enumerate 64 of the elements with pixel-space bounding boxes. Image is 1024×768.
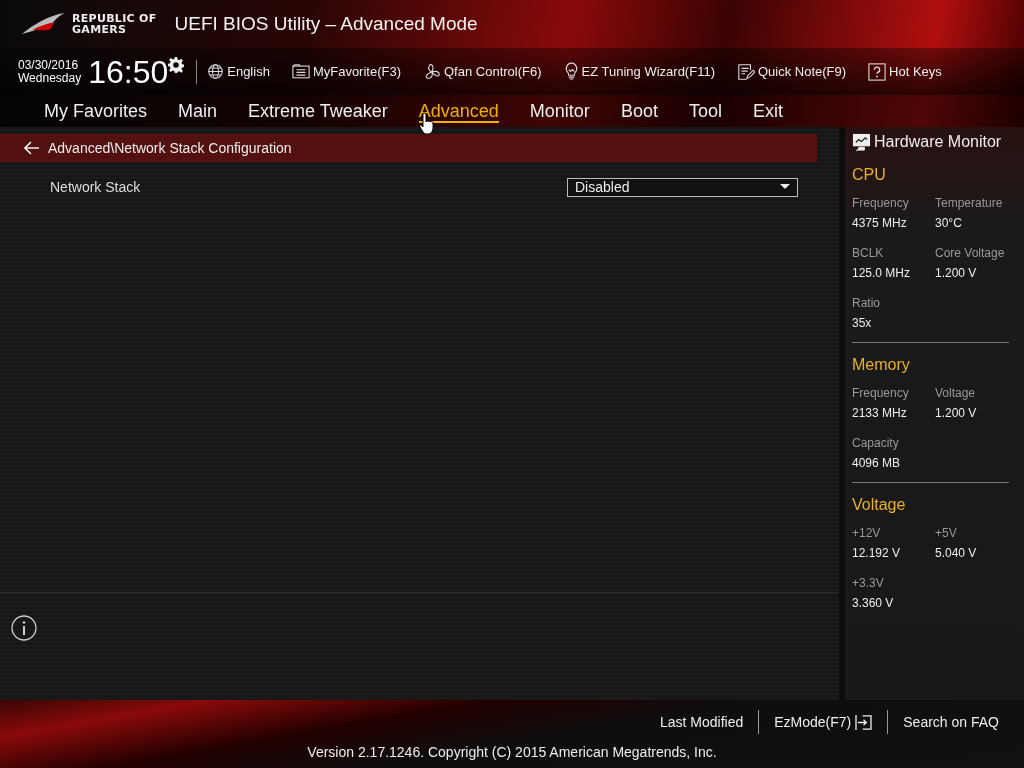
date-text: 03/30/2016 <box>18 58 80 72</box>
section-title: Memory <box>852 356 911 374</box>
reading-label: Frequency <box>852 386 910 400</box>
toolbar-button[interactable]: Hot Keys <box>868 62 942 81</box>
breadcrumb-path: Advanced\Network Stack Configuration <box>48 140 292 156</box>
reading-label: +3.3V <box>852 576 885 590</box>
reading-value: 4375 MHz <box>852 216 908 230</box>
reading-value: 5.040 V <box>935 546 978 560</box>
globe-icon <box>207 63 225 80</box>
back-arrow-icon <box>24 141 40 155</box>
reading-value: 30°C <box>935 216 963 230</box>
setting-label: Network Stack <box>50 179 141 195</box>
reading-value: 4096 MB <box>852 456 902 470</box>
clock-time: 16:50 <box>88 55 169 88</box>
menu-tab[interactable]: Exit <box>752 96 814 126</box>
monitor-icon <box>852 132 871 152</box>
exit-arrow-icon <box>855 714 873 730</box>
weekday-text: Wednesday <box>18 71 82 85</box>
note-pencil-icon <box>736 62 755 81</box>
reading-value: 3.360 V <box>852 596 895 610</box>
reading-value: 12.192 V <box>852 546 902 560</box>
reading-value: 1.200 V <box>935 406 978 420</box>
logo-text: REPUBLIC OF GAMERS <box>72 13 157 35</box>
menu-tab[interactable]: Boot <box>620 96 689 126</box>
reading-value: 2133 MHz <box>852 406 908 420</box>
menu-tab[interactable]: My Favorites <box>44 96 179 126</box>
section-title: CPU <box>852 166 887 184</box>
fan-icon <box>423 62 441 81</box>
section-title: Voltage <box>852 496 907 514</box>
menu-tab[interactable]: Extreme Tweaker <box>248 96 419 126</box>
version-text: Version 2.17.1246. Copyright (C) 2015 American Megatrends, Inc. <box>306 744 718 760</box>
reading-label: +5V <box>935 526 958 540</box>
reading-value: 35x <box>852 316 873 330</box>
reading-label: Core Voltage <box>935 246 1006 260</box>
dropdown-field[interactable]: Disabled <box>567 177 798 197</box>
eye-logo-icon <box>20 12 66 36</box>
reading-label: BCLK <box>852 246 885 260</box>
lightbulb-icon <box>563 62 579 81</box>
footer-link[interactable]: Last Modified <box>644 714 759 730</box>
panel-title: Hardware Monitor <box>874 133 1002 151</box>
footer-link[interactable]: EzMode(F7) <box>759 714 888 730</box>
toolbar-button[interactable]: English <box>207 63 270 80</box>
help-icon <box>868 62 887 81</box>
caret-icon <box>780 184 790 190</box>
info-icon <box>11 615 37 641</box>
reading-label: Temperature <box>935 196 1004 210</box>
reading-label: +12V <box>852 526 882 540</box>
settings-icon <box>168 57 185 73</box>
reading-label: Capacity <box>852 436 900 450</box>
reading-value: 1.200 V <box>935 266 978 280</box>
menu-tab[interactable]: Monitor <box>529 96 621 126</box>
menu-tab[interactable]: Tool <box>688 96 753 126</box>
menu-tab[interactable]: Main <box>178 96 249 126</box>
window-title: UEFI BIOS Utility – Advanced Mode <box>174 13 478 35</box>
list-icon <box>291 64 310 79</box>
reading-label: Ratio <box>852 296 881 310</box>
toolbar-button[interactable]: Quick Note(F9) <box>736 62 847 81</box>
toolbar-button[interactable]: Qfan Control(F6) <box>423 62 542 81</box>
reading-label: Voltage <box>935 386 977 400</box>
footer-link[interactable]: Search on FAQ <box>888 714 1014 730</box>
reading-value: 125.0 MHz <box>852 266 912 280</box>
reading-label: Frequency <box>852 196 910 210</box>
toolbar-button[interactable]: EZ Tuning Wizard(F11) <box>563 62 715 81</box>
toolbar-button[interactable]: MyFavorite(F3) <box>291 64 401 79</box>
